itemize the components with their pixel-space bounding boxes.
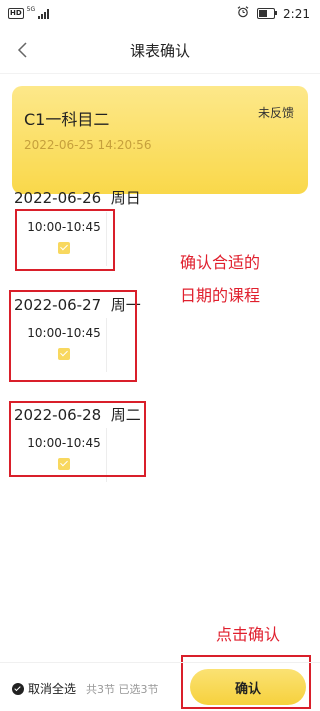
course-card: C1一科目二 未反馈 2022-06-25 14:20:56 xyxy=(12,86,308,194)
signal-icon xyxy=(38,8,50,19)
status-bar: HD 5G 2:21 xyxy=(0,0,320,32)
feedback-status: 未反馈 xyxy=(257,106,294,120)
selected-lessons: 已选3节 xyxy=(118,683,159,696)
hd-badge: HD xyxy=(8,8,24,19)
cancel-select-all-label: 取消全选 xyxy=(28,682,77,696)
cancel-select-all-button[interactable]: 取消全选 xyxy=(12,680,76,697)
annotation-text: 确认合适的 xyxy=(180,253,261,272)
confirm-button[interactable]: 确认 xyxy=(190,669,306,705)
annotation-text: 日期的课程 xyxy=(180,286,261,305)
screen: HD 5G 2:21 课表确认 C1一科目二 未反馈 2022-06-25 14… xyxy=(0,0,320,711)
nav-bar: 课表确认 xyxy=(0,32,320,72)
course-datetime: 2022-06-25 14:20:56 xyxy=(24,138,152,152)
highlight-box xyxy=(15,209,115,271)
check-circle-icon xyxy=(12,682,24,695)
header-divider xyxy=(0,73,320,74)
lesson-counts: 共3节 已选3节 xyxy=(86,681,159,697)
day-heading: 2022-06-26 周日 xyxy=(14,187,141,208)
battery-level xyxy=(259,10,268,17)
network-label: 5G xyxy=(26,6,36,13)
status-left: HD 5G xyxy=(8,6,50,19)
clock-time: 2:21 xyxy=(283,6,310,21)
battery-icon xyxy=(257,8,278,19)
page-title: 课表确认 xyxy=(129,42,190,60)
total-lessons: 共3节 xyxy=(86,683,115,696)
highlight-box xyxy=(9,401,146,477)
highlight-box xyxy=(9,290,137,382)
day-weekday: 周日 xyxy=(110,189,141,207)
alarm-icon xyxy=(237,6,249,21)
day-date: 2022-06-26 xyxy=(14,189,102,207)
annotation-confirm-hint: 点击确认 xyxy=(216,625,281,644)
footer-divider xyxy=(0,662,320,663)
status-right: 2:21 xyxy=(237,6,310,21)
course-name: C1一科目二 xyxy=(24,110,110,129)
